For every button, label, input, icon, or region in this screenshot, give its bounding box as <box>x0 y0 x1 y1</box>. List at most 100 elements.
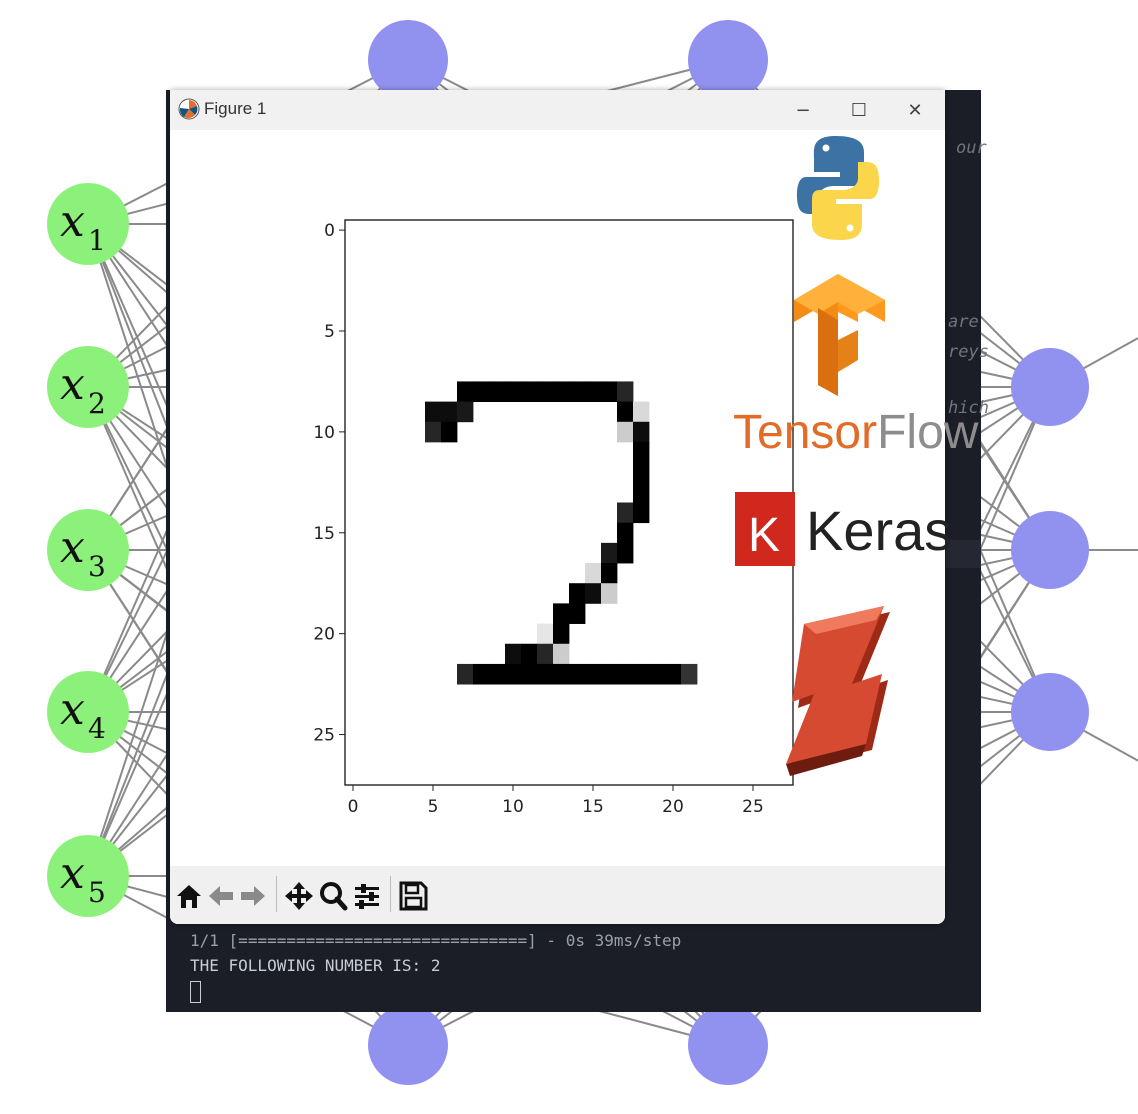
plot-area <box>344 219 794 786</box>
pixel-cell <box>569 381 586 403</box>
terminal-faint-text: hich <box>948 398 989 418</box>
save-icon[interactable] <box>398 880 428 912</box>
y-tick-label: 25 <box>313 726 335 746</box>
pixel-cell <box>681 663 698 685</box>
hidden-node-top-left <box>368 20 448 100</box>
pixel-cell <box>457 381 474 403</box>
svg-text:1: 1 <box>88 224 106 257</box>
x-tick-label: 20 <box>662 797 684 817</box>
svg-text:2: 2 <box>88 387 106 420</box>
y-tick-label: 0 <box>324 221 335 241</box>
pixel-cell <box>521 663 538 685</box>
terminal-output: 1/1 [==============================] - 0… <box>190 928 681 1003</box>
input-node-3: x 3 <box>47 509 129 591</box>
pixel-cell <box>633 663 650 685</box>
svg-text:x: x <box>60 359 85 410</box>
toolbar-separator <box>390 876 391 912</box>
terminal-highlight <box>946 540 981 568</box>
svg-text:4: 4 <box>88 712 106 745</box>
pixel-cell <box>617 502 634 524</box>
pixel-cell <box>425 421 442 443</box>
x-axis-ticks: 0 5 10 15 20 25 <box>348 785 764 817</box>
home-icon[interactable] <box>174 880 204 912</box>
navigation-toolbar <box>170 866 945 924</box>
back-icon[interactable] <box>206 880 236 912</box>
pixel-cell <box>553 643 570 665</box>
output-node-1 <box>1011 348 1089 426</box>
pixel-cell <box>617 401 634 423</box>
pixel-cell <box>521 381 538 403</box>
pixel-cell <box>537 623 554 645</box>
hidden-node-bottom-left <box>368 1005 448 1085</box>
pixel-cell <box>569 603 586 624</box>
result-line: THE FOLLOWING NUMBER IS: 2 <box>190 956 441 975</box>
pixel-cell <box>489 663 506 685</box>
pixel-cell <box>473 381 490 403</box>
pixel-cell <box>633 421 650 443</box>
pixel-cell <box>553 603 570 624</box>
pixel-cell <box>569 583 586 604</box>
figure-window[interactable]: Figure 1 − ☐ ✕ 0 5 10 15 20 25 0 5 10 15 20 25 <box>170 90 945 924</box>
input-node-5: x 5 <box>47 835 129 917</box>
pixel-cell <box>473 663 490 685</box>
pixel-cell <box>601 583 618 604</box>
svg-text:5: 5 <box>88 876 106 909</box>
x-tick-label: 25 <box>742 797 764 817</box>
pan-icon[interactable] <box>284 880 314 912</box>
output-node-2 <box>1011 511 1089 589</box>
svg-text:x: x <box>60 522 85 573</box>
progress-counter: 1/1 <box>190 931 219 950</box>
y-tick-label: 10 <box>313 423 335 443</box>
pixel-cell <box>569 663 586 685</box>
pixel-cell <box>553 381 570 403</box>
pixel-cell <box>633 502 650 524</box>
forward-icon[interactable] <box>238 880 268 912</box>
pixel-cell <box>489 381 506 403</box>
pixel-cell <box>553 623 570 645</box>
pixel-cell <box>585 663 602 685</box>
pixel-cell <box>521 643 538 665</box>
pixel-cell <box>633 462 650 483</box>
terminal-cursor <box>190 980 201 1003</box>
pixel-cell <box>585 563 602 584</box>
input-node-1: x 1 <box>47 183 129 265</box>
input-node-4: x 4 <box>47 671 129 753</box>
y-tick-label: 20 <box>313 625 335 645</box>
pixel-cell <box>617 522 634 544</box>
pixel-cell <box>441 421 458 443</box>
pixel-cell <box>457 663 474 685</box>
hidden-node-bottom-right <box>688 1005 768 1085</box>
svg-text:x: x <box>60 848 85 899</box>
progress-bar: [==============================] <box>228 931 537 950</box>
pixel-cell <box>505 643 522 665</box>
pixel-cell <box>601 381 618 403</box>
pixel-cell <box>505 663 522 685</box>
pixel-cell <box>537 643 554 665</box>
pixel-cell <box>601 663 618 685</box>
zoom-icon[interactable] <box>318 880 348 912</box>
pixel-cell <box>601 542 618 564</box>
mnist-image-plot[interactable]: 0 5 10 15 20 25 0 5 10 15 20 25 <box>170 90 945 924</box>
pixel-cell <box>633 441 650 463</box>
pixel-cell <box>649 663 666 685</box>
pixel-cell <box>601 563 618 584</box>
terminal-faint-text: are <box>948 312 979 332</box>
pixel-cell <box>537 381 554 403</box>
pixel-cell <box>617 663 634 685</box>
pixel-cell <box>633 401 650 423</box>
svg-text:x: x <box>60 196 85 247</box>
pixel-cell <box>585 381 602 403</box>
pixel-cell <box>617 542 634 564</box>
terminal-faint-text: our <box>956 138 987 158</box>
svg-text:3: 3 <box>88 550 106 583</box>
pixel-cell <box>537 663 554 685</box>
terminal-faint-text: reys <box>948 342 989 362</box>
pixel-cell <box>665 663 682 685</box>
svg-text:x: x <box>60 684 85 735</box>
pixel-cell <box>617 421 634 443</box>
hidden-node-top-right <box>688 20 768 100</box>
x-tick-label: 0 <box>348 797 359 817</box>
configure-subplots-icon[interactable] <box>352 880 382 912</box>
progress-stats: - 0s 39ms/step <box>536 931 682 950</box>
x-tick-label: 5 <box>428 797 439 817</box>
